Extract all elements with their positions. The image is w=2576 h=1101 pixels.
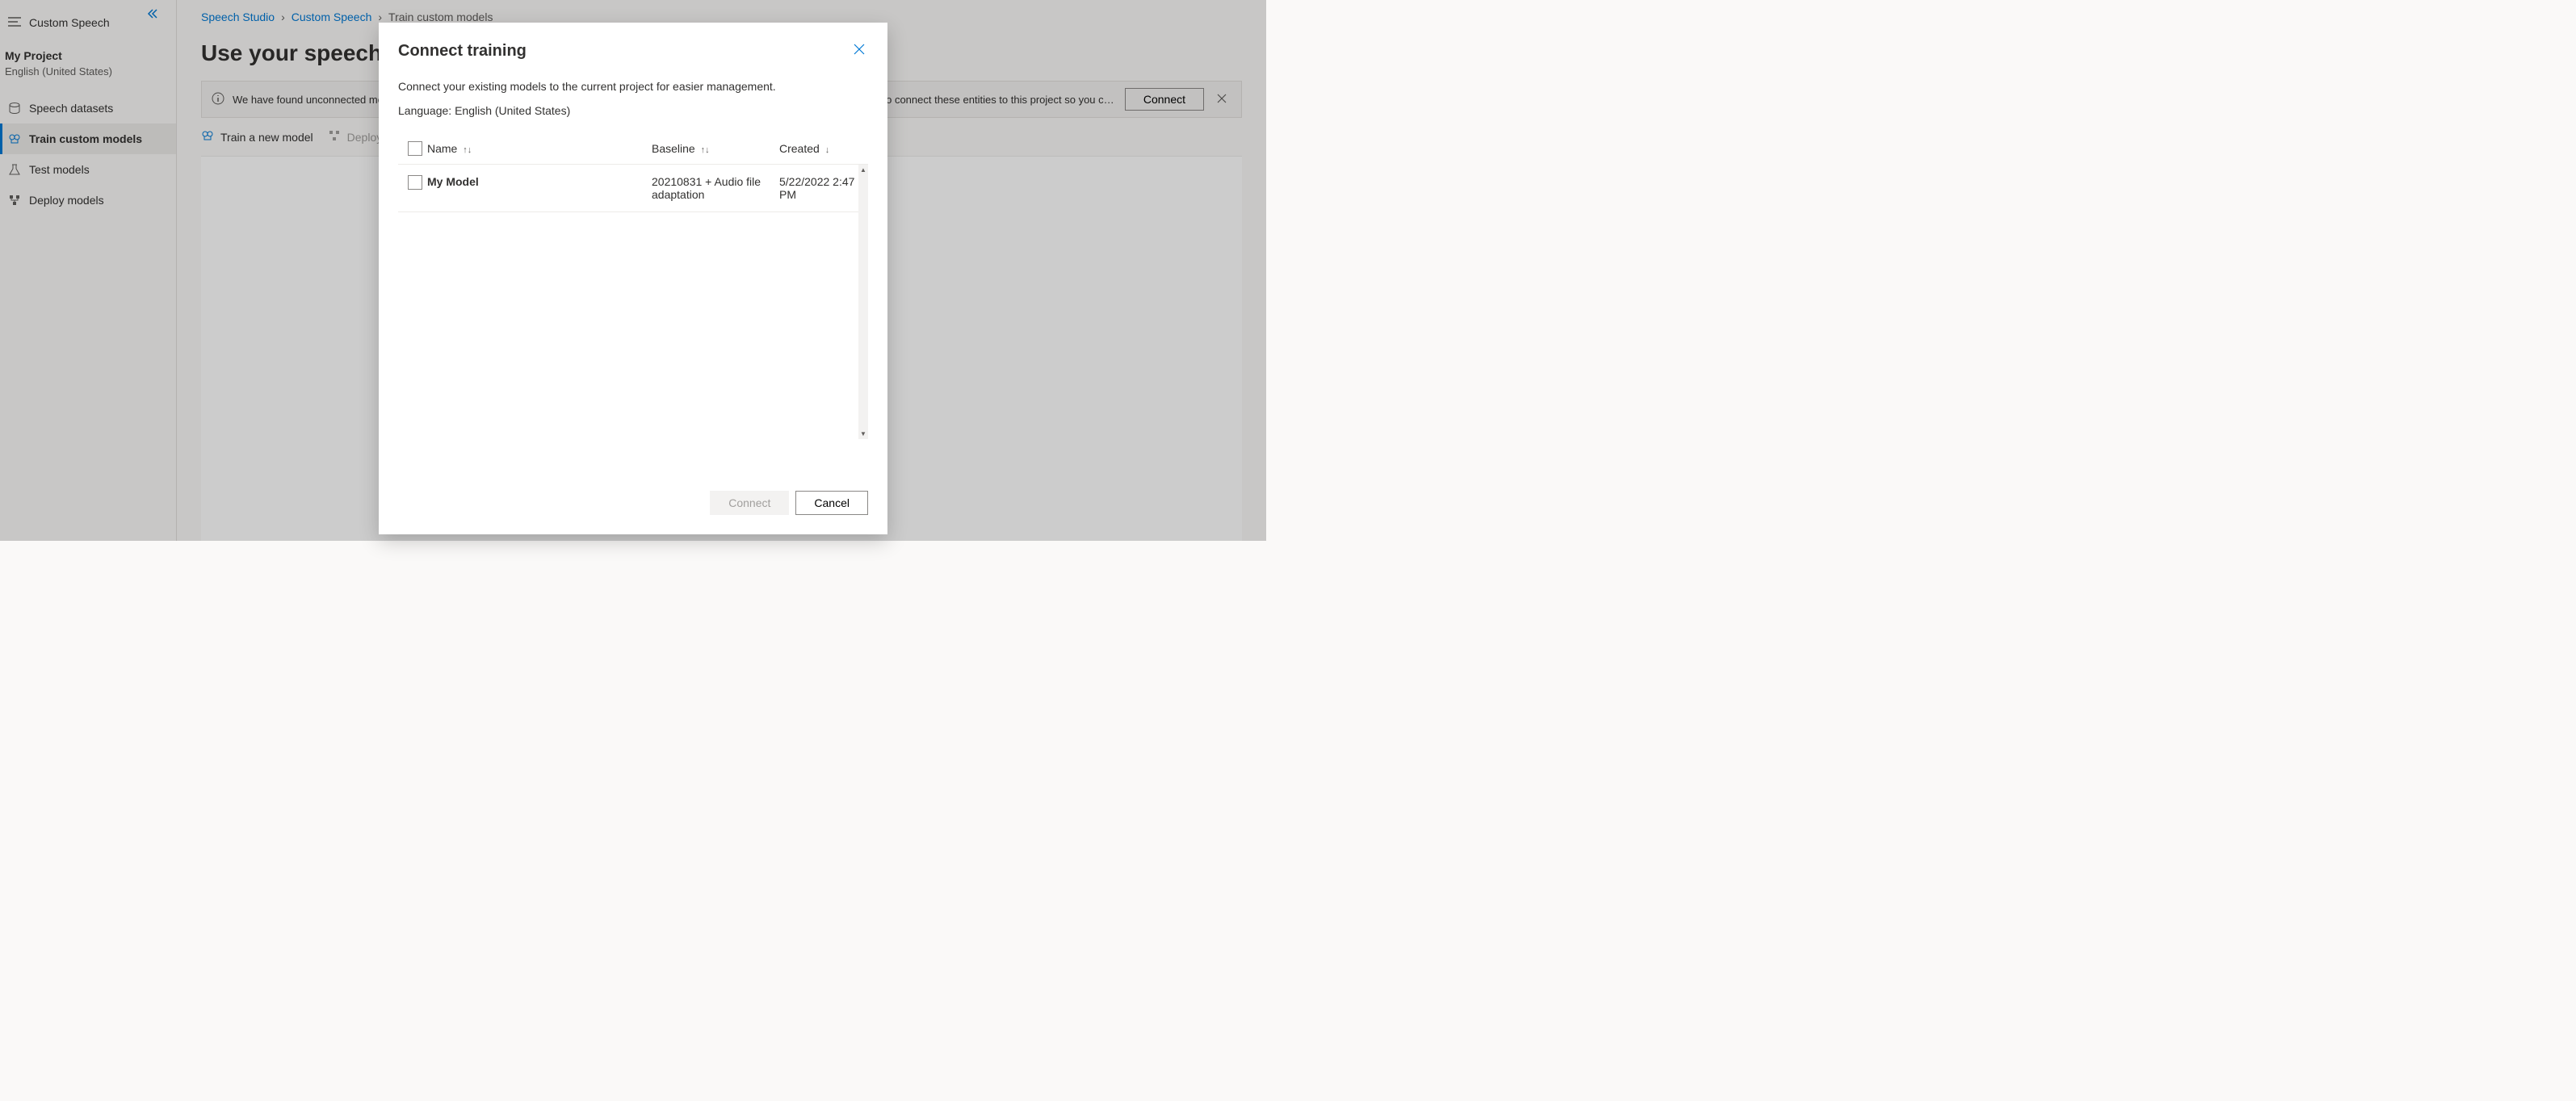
connect-training-modal: Connect training Connect your existing m… [379, 23, 887, 534]
modal-close-button[interactable] [850, 40, 868, 62]
modal-language: Language: English (United States) [398, 104, 868, 117]
modal-cancel-button[interactable]: Cancel [795, 491, 868, 515]
select-all-checkbox[interactable] [408, 141, 422, 156]
scroll-down-icon[interactable]: ▼ [860, 429, 866, 439]
row-created: 5/22/2022 2:47 PM [779, 175, 868, 201]
modal-header: Connect training [379, 23, 887, 69]
modal-overlay[interactable]: Connect training Connect your existing m… [0, 0, 1266, 541]
modal-body: Connect your existing models to the curr… [379, 69, 887, 478]
sort-both-icon: ↑↓ [463, 145, 472, 155]
table-header: Name ↑↓ Baseline ↑↓ Created ↓ [398, 133, 868, 165]
row-checkbox[interactable] [408, 175, 422, 190]
sort-both-icon: ↑↓ [701, 145, 710, 155]
table-row[interactable]: My Model 20210831 + Audio file adaptatio… [398, 165, 868, 212]
row-checkbox-cell [398, 175, 427, 190]
modal-connect-button: Connect [710, 491, 789, 515]
modal-title: Connect training [398, 42, 527, 61]
modal-footer: Connect Cancel [379, 478, 887, 534]
column-header-baseline[interactable]: Baseline ↑↓ [652, 142, 779, 155]
modal-table: Name ↑↓ Baseline ↑↓ Created ↓ [398, 133, 868, 439]
row-baseline: 20210831 + Audio file adaptation [652, 175, 779, 201]
row-name: My Model [427, 175, 652, 188]
column-header-created[interactable]: Created ↓ [779, 142, 868, 155]
sort-desc-icon: ↓ [825, 145, 830, 155]
scrollbar[interactable]: ▲ ▼ [858, 165, 868, 439]
modal-description: Connect your existing models to the curr… [398, 80, 868, 93]
close-icon [854, 44, 865, 55]
table-body: My Model 20210831 + Audio file adaptatio… [398, 165, 868, 439]
scroll-up-icon[interactable]: ▲ [860, 165, 866, 175]
column-header-name[interactable]: Name ↑↓ [427, 142, 652, 155]
select-all-checkbox-cell [398, 141, 427, 156]
